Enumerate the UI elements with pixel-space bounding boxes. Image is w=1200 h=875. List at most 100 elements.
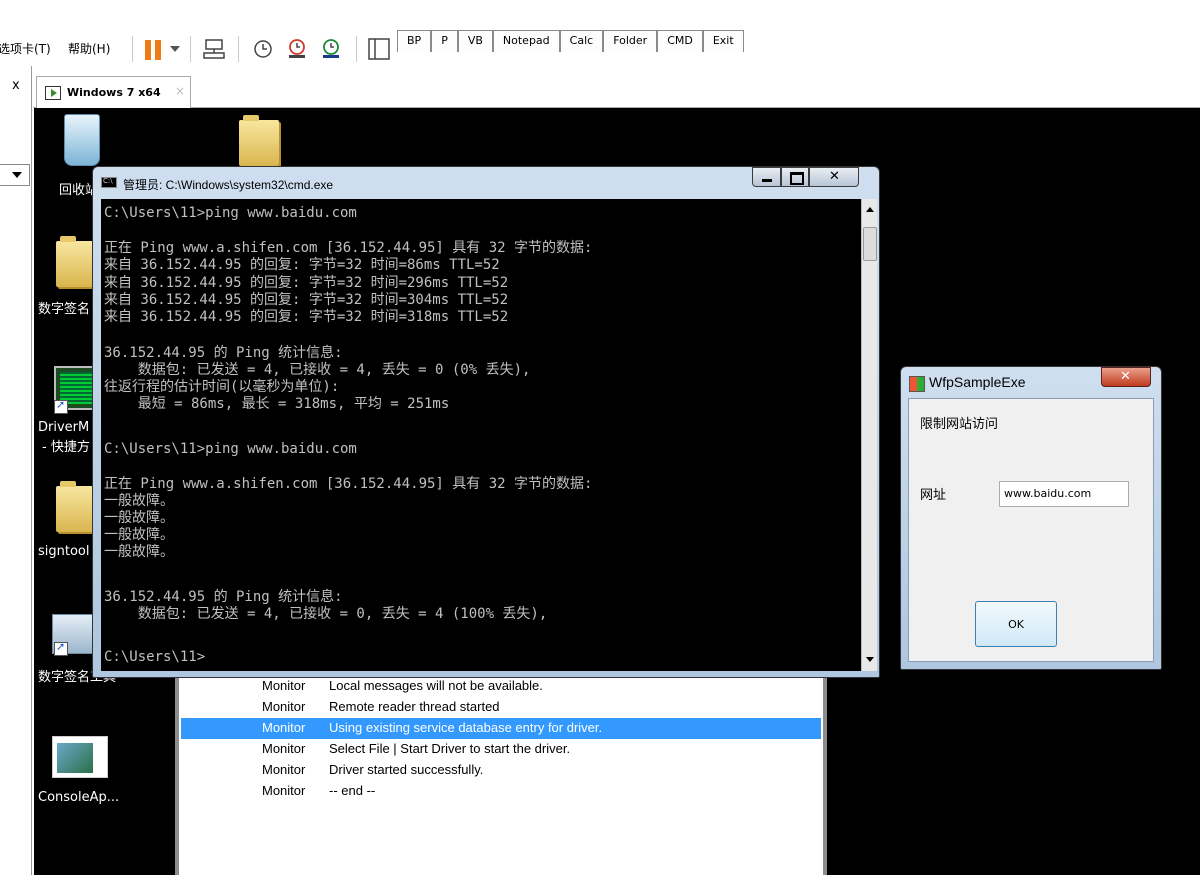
quick-button-cmd[interactable]: CMD	[657, 30, 703, 52]
console-line: 最短 = 86ms, 最长 = 318ms, 平均 = 251ms	[104, 396, 450, 412]
table-row-selected[interactable]: Monitor Using existing service database …	[181, 718, 821, 739]
console-line: C:\Users\11>ping www.baidu.com	[104, 441, 357, 457]
close-button[interactable]	[809, 167, 859, 187]
log-message: Local messages will not be available.	[329, 678, 543, 693]
table-row[interactable]: Monitor Select File | Start Driver to st…	[181, 739, 821, 760]
toolbar-separator	[190, 36, 191, 62]
console-line: C:\Users\11>ping www.baidu.com	[104, 205, 357, 221]
console-output[interactable]: C:\Users\11>ping www.baidu.com 正在 Ping w…	[101, 199, 861, 671]
desktop-icon-label[interactable]: 数字签名	[38, 298, 90, 317]
tab-windows-7-x64[interactable]: Windows 7 x64 ×	[36, 76, 191, 108]
vertical-scrollbar[interactable]	[861, 199, 877, 671]
table-row[interactable]: Monitor Local messages will not be avail…	[181, 676, 821, 697]
guest-desktop: 回收站 数字签名 DriverM - 快捷方 signtool 数字签名工具 C…	[34, 108, 1200, 875]
minimize-button[interactable]	[752, 167, 781, 187]
url-input[interactable]: www.baidu.com	[999, 481, 1129, 507]
scroll-down-icon[interactable]	[866, 657, 874, 662]
quick-button-folder[interactable]: Folder	[603, 30, 658, 52]
close-button[interactable]	[1101, 367, 1151, 387]
toolbar-separator	[238, 36, 239, 62]
desktop-icon-label[interactable]: signtool	[38, 544, 90, 559]
log-message: Using existing service database entry fo…	[329, 720, 603, 735]
quick-button-notepad[interactable]: Notepad	[492, 30, 560, 52]
log-source: Monitor	[262, 783, 306, 798]
quick-button-vb[interactable]: VB	[457, 30, 493, 52]
cmd-window[interactable]: 管理员: C:\Windows\system32\cmd.exe C:\User…	[92, 166, 880, 678]
window-title: 管理员: C:\Windows\system32\cmd.exe	[123, 178, 334, 192]
toolbar-separator	[356, 36, 357, 62]
send-ctrl-alt-del-icon[interactable]	[201, 36, 227, 62]
folder-icon[interactable]	[56, 236, 96, 287]
quick-button-p[interactable]: P	[431, 30, 458, 52]
quick-button-bp[interactable]: BP	[397, 30, 432, 52]
log-source: Monitor	[262, 720, 306, 735]
console-line: 来自 36.152.44.95 的回复: 字节=32 时间=318ms TTL=…	[104, 309, 509, 325]
quick-launch-bar: BP P VB Notepad Calc Folder CMD Exit	[397, 30, 744, 52]
console-line: 一般故障。	[104, 510, 174, 526]
quick-button-calc[interactable]: Calc	[559, 30, 604, 52]
console-line: 来自 36.152.44.95 的回复: 字节=32 时间=304ms TTL=…	[104, 292, 509, 308]
tab-close-icon[interactable]: ×	[175, 84, 185, 98]
menu-help[interactable]: 帮助(H)	[68, 40, 110, 57]
menu-tabs[interactable]: 选项卡(T)	[0, 40, 51, 57]
vm-tab-strip: Windows 7 x64 ×	[33, 66, 1200, 108]
maximize-button[interactable]	[781, 167, 809, 187]
console-line: 数据包: 已发送 = 4, 已接收 = 4, 丢失 = 0 (0% 丢失),	[104, 362, 531, 378]
scrollbar-thumb[interactable]	[863, 227, 877, 261]
log-source: Monitor	[262, 699, 306, 714]
vm-powered-on-icon	[45, 86, 61, 100]
log-source: Monitor	[262, 762, 306, 777]
sidebar-dropdown[interactable]	[0, 164, 30, 186]
table-row[interactable]: Monitor Driver started successfully.	[181, 760, 821, 781]
library-sidebar: x	[0, 66, 32, 875]
scroll-up-icon[interactable]	[866, 207, 874, 212]
shortcut-icon	[54, 398, 68, 414]
log-message: -- end --	[329, 783, 376, 798]
debug-log-window: Monitor Local messages will not be avail…	[175, 668, 827, 875]
console-line: 一般故障。	[104, 493, 174, 509]
snapshot-icon[interactable]	[250, 36, 276, 62]
console-line: 一般故障。	[104, 544, 174, 560]
dialog-heading: 限制网站访问	[920, 417, 999, 432]
table-row[interactable]: Monitor Remote reader thread started	[181, 697, 821, 718]
console-line: 来自 36.152.44.95 的回复: 字节=32 时间=86ms TTL=5…	[104, 257, 500, 273]
dialog-title: WfpSampleExe	[929, 374, 1026, 390]
console-line: 36.152.44.95 的 Ping 统计信息:	[104, 589, 343, 605]
folder-icon[interactable]	[56, 481, 96, 532]
folder-icon[interactable]	[239, 115, 279, 166]
view-console-icon[interactable]	[366, 36, 392, 62]
console-line: 来自 36.152.44.95 的回复: 字节=32 时间=296ms TTL=…	[104, 275, 509, 291]
pause-vm-button[interactable]	[143, 40, 165, 60]
quick-button-exit[interactable]: Exit	[702, 30, 744, 52]
wfp-sample-dialog[interactable]: WfpSampleExe 限制网站访问 网址 www.baidu.com OK	[900, 366, 1162, 670]
revert-snapshot-icon[interactable]	[284, 36, 310, 62]
sidebar-close-icon[interactable]: x	[12, 78, 20, 93]
desktop-icon-label[interactable]: - 快捷方	[42, 436, 90, 455]
console-prompt: C:\Users\11>	[104, 649, 206, 665]
ok-button[interactable]: OK	[975, 601, 1057, 647]
cmd-icon	[101, 177, 117, 188]
snapshot-manager-icon[interactable]	[318, 36, 344, 62]
toolbar-separator	[132, 36, 133, 62]
desktop-icon-label[interactable]: ConsoleAp...	[38, 790, 119, 805]
console-line: 一般故障。	[104, 527, 174, 543]
log-message: Select File | Start Driver to start the …	[329, 741, 571, 756]
power-dropdown-icon[interactable]	[170, 46, 180, 52]
console-line: 数据包: 已发送 = 4, 已接收 = 0, 丢失 = 4 (100% 丢失),	[104, 606, 548, 622]
console-line: 36.152.44.95 的 Ping 统计信息:	[104, 345, 343, 361]
app-icon	[909, 376, 925, 392]
url-label: 网址	[920, 488, 947, 503]
console-line: 往返行程的估计时间(以毫秒为单位):	[104, 379, 340, 395]
console-line: 正在 Ping www.a.shifen.com [36.152.44.95] …	[104, 240, 593, 256]
console-line: 正在 Ping www.a.shifen.com [36.152.44.95] …	[104, 476, 593, 492]
desktop-icon-label[interactable]: DriverM	[38, 420, 89, 435]
log-source: Monitor	[262, 678, 306, 693]
tab-label: Windows 7 x64	[67, 86, 161, 99]
recycle-bin-icon[interactable]	[64, 114, 100, 166]
chevron-down-icon	[12, 172, 22, 178]
table-row[interactable]: Monitor -- end --	[181, 781, 821, 802]
shortcut-icon	[54, 640, 68, 656]
console-app-icon[interactable]	[52, 736, 108, 778]
log-message: Remote reader thread started	[329, 699, 500, 714]
log-message: Driver started successfully.	[329, 762, 484, 777]
